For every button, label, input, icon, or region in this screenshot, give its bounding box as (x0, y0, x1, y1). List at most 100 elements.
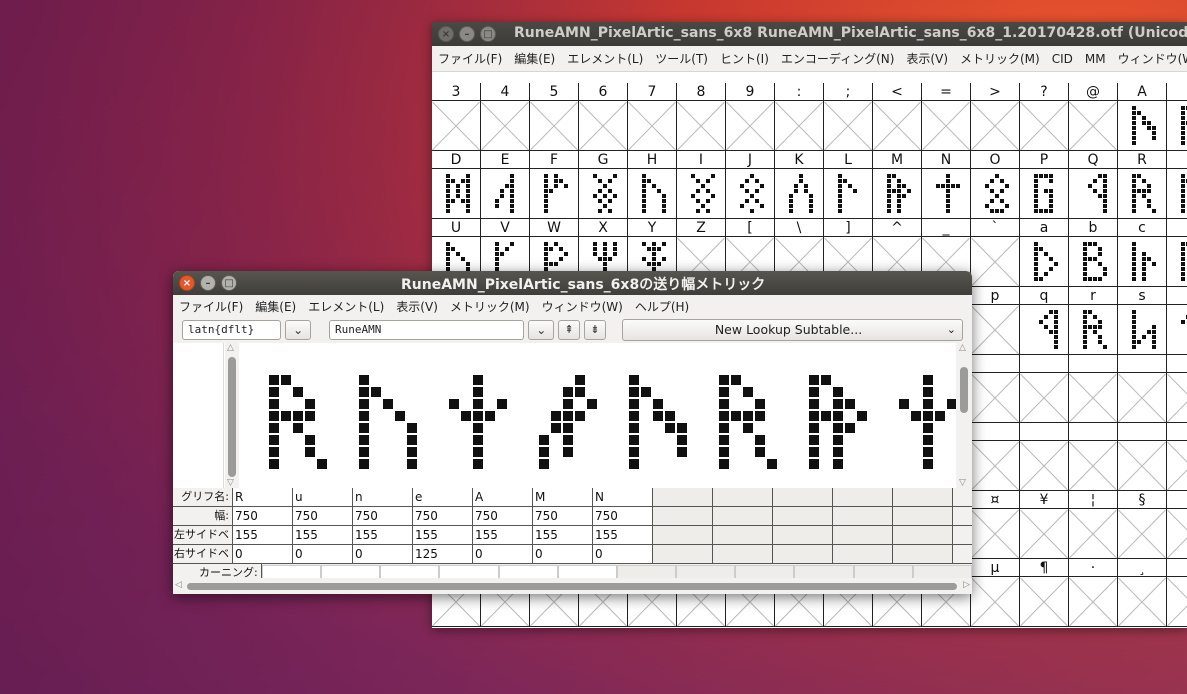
scroll-right-icon[interactable]: ▷ (963, 580, 970, 590)
minimize-icon[interactable]: – (459, 26, 475, 42)
back-menu-item-4[interactable]: ヒント(I) (720, 50, 769, 67)
glyph-cell[interactable]: 9 (726, 83, 775, 151)
glyph-cell[interactable]: G (579, 151, 628, 219)
script-field[interactable]: latn{dflt} (182, 320, 282, 340)
glyph-cell[interactable]: B (1167, 83, 1187, 151)
scroll-up-icon[interactable]: △ (227, 343, 234, 353)
glyph-cell[interactable]: ¶ (1020, 559, 1069, 627)
back-menu-item-10[interactable]: ウィンドウ(W) (1118, 50, 1187, 67)
glyph-cell[interactable] (1118, 423, 1167, 491)
glyph-preview[interactable]: △ ▽ △ ▽ (173, 343, 972, 488)
back-menu-item-2[interactable]: エレメント(L) (567, 50, 643, 67)
metric-rsb-cell[interactable]: 0 (293, 545, 353, 563)
glyph-cell[interactable]: 4 (481, 83, 530, 151)
glyph-cell[interactable]: a (1020, 219, 1069, 287)
glyph-cell[interactable] (1118, 355, 1167, 423)
glyph-cell[interactable]: b (1069, 219, 1118, 287)
metric-name-cell[interactable]: A (473, 488, 533, 506)
front-menu-item-3[interactable]: 表示(V) (396, 298, 438, 315)
glyph-cell[interactable]: : (775, 83, 824, 151)
glyph-cell[interactable]: D (432, 151, 481, 219)
metric-width-cell[interactable]: 750 (233, 507, 293, 525)
glyph-cell[interactable] (1020, 355, 1069, 423)
metric-width-cell[interactable]: 750 (293, 507, 353, 525)
glyph-cell[interactable] (1167, 559, 1187, 627)
glyph-cell[interactable]: P (1020, 151, 1069, 219)
glyph-cell[interactable]: µ (971, 559, 1020, 627)
metric-lsb-cell[interactable]: 155 (593, 526, 653, 544)
text-field[interactable]: RuneAMN (328, 320, 525, 340)
chevron-down-icon[interactable]: ⌄ (285, 320, 312, 340)
scrollbar-thumb[interactable] (187, 583, 957, 590)
back-menu-item-6[interactable]: 表示(V) (906, 50, 948, 67)
glyph-cell[interactable]: d (1167, 219, 1187, 287)
back-menu-item-8[interactable]: CID (1052, 52, 1073, 66)
scrollbar-thumb[interactable] (228, 357, 236, 477)
metric-name-cell[interactable]: n (353, 488, 413, 506)
glyph-cell[interactable]: J (726, 151, 775, 219)
sort-up-icon[interactable]: ⇞ (558, 320, 581, 340)
glyph-cell[interactable]: ¥ (1020, 491, 1069, 559)
back-menu-item-1[interactable]: 編集(E) (514, 50, 555, 67)
metric-rsb-cell[interactable]: 0 (473, 545, 533, 563)
front-menu-item-5[interactable]: ウィンドウ(W) (542, 298, 623, 315)
glyph-cell[interactable] (1167, 423, 1187, 491)
glyph-cell[interactable]: N (922, 151, 971, 219)
metric-name-cell[interactable]: u (293, 488, 353, 506)
glyph-cell[interactable]: I (677, 151, 726, 219)
glyph-cell[interactable] (1020, 423, 1069, 491)
glyph-cell[interactable]: = (922, 83, 971, 151)
glyph-cell[interactable]: M (873, 151, 922, 219)
metric-width-cell[interactable]: 750 (353, 507, 413, 525)
glyph-cell[interactable]: < (873, 83, 922, 151)
metric-name-cell[interactable]: R (233, 488, 293, 506)
glyph-cell[interactable]: K (775, 151, 824, 219)
glyph-cell[interactable]: 8 (677, 83, 726, 151)
glyph-cell[interactable]: ; (824, 83, 873, 151)
metric-lsb-cell[interactable]: 155 (293, 526, 353, 544)
glyph-cell[interactable]: A (1118, 83, 1167, 151)
back-menu-item-9[interactable]: MM (1085, 52, 1106, 66)
glyph-cell[interactable]: 7 (628, 83, 677, 151)
glyph-cell[interactable] (1069, 423, 1118, 491)
scroll-down-icon[interactable]: ▽ (959, 478, 966, 488)
glyph-cell[interactable]: · (1069, 559, 1118, 627)
front-menu-item-4[interactable]: メトリック(M) (450, 298, 530, 315)
metric-lsb-cell[interactable]: 155 (413, 526, 473, 544)
maximize-icon[interactable]: □ (480, 26, 496, 42)
glyph-cell[interactable]: 6 (579, 83, 628, 151)
glyph-cell[interactable] (971, 423, 1020, 491)
metric-rsb-cell[interactable]: 0 (233, 545, 293, 563)
metric-lsb-cell[interactable]: 155 (473, 526, 533, 544)
glyph-cell[interactable]: > (971, 83, 1020, 151)
glyph-cell[interactable] (971, 355, 1020, 423)
chevron-down-icon[interactable]: ⌄ (528, 320, 555, 340)
glyph-cell[interactable]: S (1167, 151, 1187, 219)
front-menu-item-6[interactable]: ヘルプ(H) (635, 298, 689, 315)
glyph-cell[interactable]: ? (1020, 83, 1069, 151)
sort-down-icon[interactable]: ⇟ (584, 320, 606, 340)
glyph-cell[interactable]: s (1118, 287, 1167, 355)
scroll-left-icon[interactable]: ◁ (175, 580, 182, 590)
glyph-cell[interactable]: Q (1069, 151, 1118, 219)
metrics-window[interactable]: × – □ RuneAMN_PixelArtic_sans_6x8の送り幅メトリ… (173, 271, 972, 594)
glyph-cell[interactable]: t (1167, 287, 1187, 355)
scroll-down-icon[interactable]: ▽ (227, 478, 234, 488)
font-view-titlebar[interactable]: × – □ RuneAMN_PixelArtic_sans_6x8 RuneAM… (432, 22, 1187, 46)
glyph-cell[interactable]: O (971, 151, 1020, 219)
glyph-cell[interactable]: § (1118, 491, 1167, 559)
metric-width-cell[interactable]: 750 (413, 507, 473, 525)
glyph-cell[interactable]: E (481, 151, 530, 219)
scroll-up-icon[interactable]: △ (959, 343, 966, 353)
front-menu-item-1[interactable]: 編集(E) (255, 298, 296, 315)
metric-lsb-cell[interactable]: 155 (353, 526, 413, 544)
back-menu-item-5[interactable]: エンコーディング(N) (781, 50, 895, 67)
metric-width-cell[interactable]: 750 (593, 507, 653, 525)
glyph-cell[interactable] (1167, 355, 1187, 423)
glyph-cell[interactable]: q (1020, 287, 1069, 355)
close-icon[interactable]: × (438, 26, 454, 42)
glyph-cell[interactable]: ` (971, 219, 1020, 287)
metric-width-cell[interactable]: 750 (473, 507, 533, 525)
glyph-cell[interactable] (1069, 355, 1118, 423)
metric-width-cell[interactable]: 750 (533, 507, 593, 525)
